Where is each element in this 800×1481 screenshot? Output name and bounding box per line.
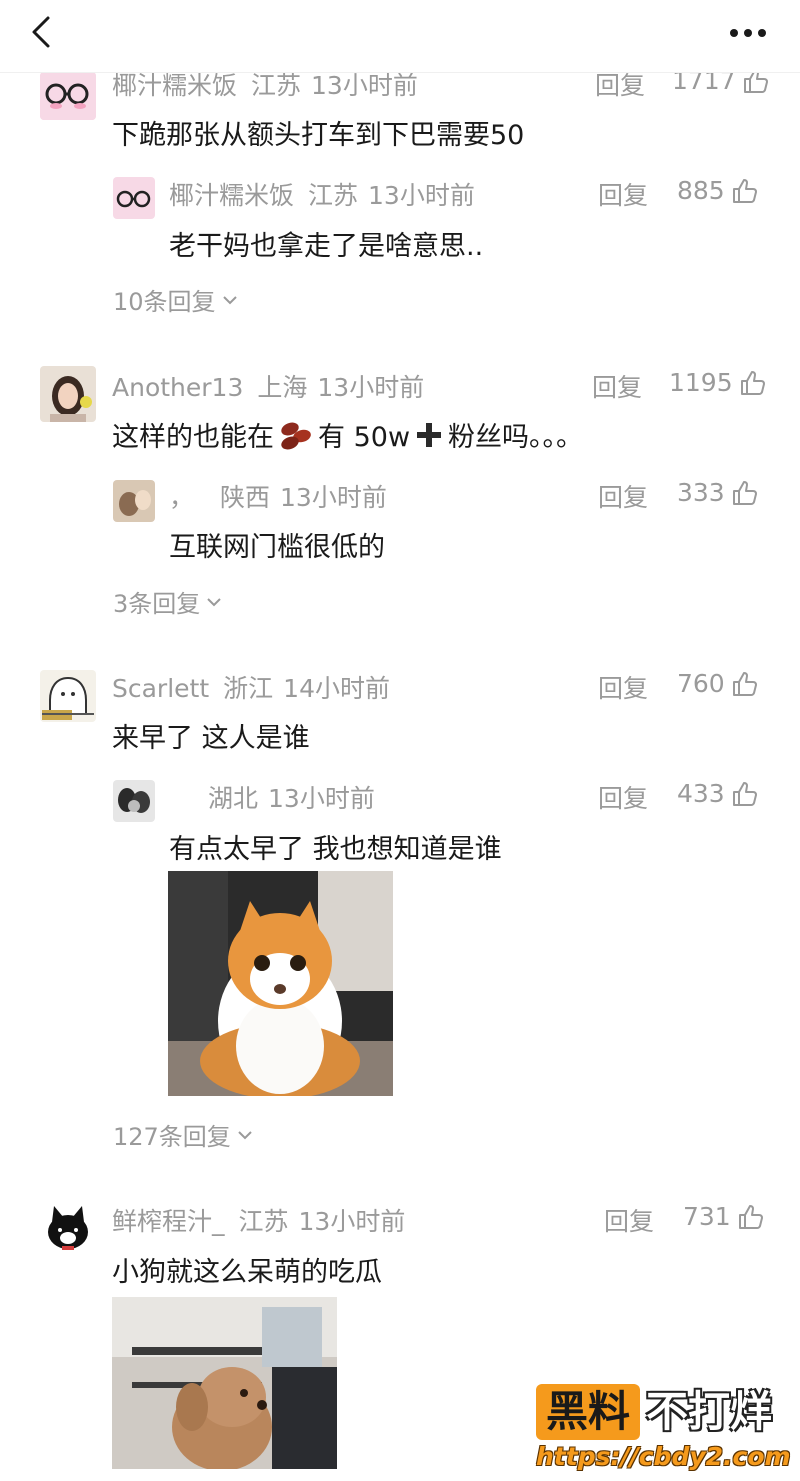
- expand-replies-button[interactable]: 10条回复: [113, 282, 238, 317]
- avatar[interactable]: [40, 1200, 96, 1256]
- avatar[interactable]: [40, 72, 96, 120]
- reply-text: 有点太早了 我也想知道是谁: [169, 834, 502, 865]
- expand-replies-label: 10条回复: [113, 288, 216, 316]
- watermark: 黑料 不打烊 https://cbdy2.com: [536, 1380, 794, 1475]
- chevron-down-icon: [238, 1130, 252, 1139]
- like-count: 333: [677, 478, 725, 507]
- watermark-url: https://cbdy2.com: [536, 1442, 791, 1471]
- like-count: 760: [677, 669, 725, 698]
- like-button[interactable]: 433: [677, 779, 759, 808]
- like-count: 731: [683, 1202, 731, 1231]
- comment-list: 椰汁糯米饭 江苏 13小时前 回复 1717 下跪那张从额头打车到下巴需要50 椰汁…: [0, 0, 800, 1481]
- location: 湖北: [208, 784, 259, 813]
- avatar[interactable]: [40, 670, 96, 722]
- reply-text: 互联网门槛很低的: [169, 532, 385, 563]
- thumbs-up-icon: [738, 1204, 763, 1229]
- expand-replies-label: 3条回复: [113, 590, 201, 618]
- reply-button[interactable]: 回复: [598, 779, 648, 815]
- username[interactable]: 鲜榨程汁_: [112, 1207, 225, 1236]
- dog-photo-image[interactable]: [112, 1297, 337, 1469]
- timestamp: 13小时前: [311, 71, 418, 100]
- timestamp: 14小时前: [283, 674, 390, 703]
- reply-button[interactable]: 回复: [598, 669, 648, 705]
- like-count: 885: [677, 176, 725, 205]
- thumbs-up-icon: [732, 781, 757, 806]
- timestamp: 13小时前: [317, 373, 425, 402]
- expand-replies-button[interactable]: 127条回复: [113, 1117, 253, 1152]
- comment-text-part: 有 50w: [318, 422, 411, 453]
- location: 江苏: [251, 71, 302, 100]
- comment-meta: 鲜榨程汁_ 江苏 13小时前: [112, 1202, 405, 1238]
- like-button[interactable]: 731: [683, 1202, 765, 1231]
- comment-text: 下跪那张从额头打车到下巴需要50: [112, 120, 525, 151]
- reply-meta: 湖北 13小时前: [208, 779, 375, 815]
- like-button[interactable]: 333: [677, 478, 759, 507]
- comment-text: 来早了 这人是谁: [112, 723, 310, 754]
- reply-button[interactable]: 回复: [592, 368, 642, 404]
- top-navigation-bar: [0, 0, 800, 73]
- plus-icon: [417, 422, 442, 447]
- like-count: 433: [677, 779, 725, 808]
- timestamp: 13小时前: [368, 181, 475, 210]
- like-count: 1195: [669, 368, 733, 397]
- comment-text-part: 这样的也能在: [112, 422, 274, 453]
- reply-text: 老干妈也拿走了是啥意思..: [169, 231, 484, 262]
- location: 上海: [257, 373, 308, 402]
- like-button[interactable]: 1195: [669, 368, 767, 397]
- reply-button[interactable]: 回复: [598, 176, 648, 212]
- expand-replies-button[interactable]: 3条回复: [113, 584, 222, 619]
- timestamp: 13小时前: [298, 1207, 406, 1236]
- comment-meta: Scarlett 浙江 14小时前: [112, 669, 390, 705]
- comment-text: 这样的也能在 有 50w 粉丝吗。。。: [112, 415, 583, 454]
- expand-replies-label: 127条回复: [113, 1123, 231, 1151]
- reply-button[interactable]: 回复: [598, 478, 648, 514]
- timestamp: 13小时前: [280, 483, 387, 512]
- like-button[interactable]: 885: [677, 176, 759, 205]
- username[interactable]: 椰汁糯米饭: [169, 181, 294, 210]
- thumbs-up-icon: [732, 480, 757, 505]
- location: 陕西: [220, 483, 271, 512]
- chevron-down-icon: [207, 597, 221, 606]
- comment-meta: Another13 上海 13小时前: [112, 368, 424, 404]
- thumbs-up-icon: [740, 370, 765, 395]
- thumbs-up-icon: [732, 178, 757, 203]
- cat-sticker-image[interactable]: [168, 871, 393, 1096]
- more-dots-icon: [730, 29, 766, 37]
- reply-button[interactable]: 回复: [604, 1202, 654, 1238]
- username[interactable]: Another13: [112, 373, 243, 402]
- thumbs-up-icon: [732, 671, 757, 696]
- avatar[interactable]: [113, 480, 155, 522]
- watermark-badge: 黑料: [536, 1384, 640, 1440]
- username[interactable]: Scarlett: [112, 674, 209, 703]
- comment-text-part: 粉丝吗。。。: [448, 422, 584, 453]
- location: 浙江: [223, 674, 274, 703]
- username[interactable]: 椰汁糯米饭: [112, 71, 237, 100]
- avatar[interactable]: [113, 780, 155, 822]
- comment-text: 小狗就这么呆萌的吃瓜: [112, 1257, 382, 1288]
- watermark-slogan: 不打烊: [646, 1387, 773, 1436]
- back-button[interactable]: [24, 14, 64, 54]
- reply-meta: 椰汁糯米饭 江苏 13小时前: [169, 176, 475, 212]
- red-bean-icon: [281, 422, 311, 449]
- username[interactable]: ，: [169, 483, 194, 512]
- avatar[interactable]: [40, 366, 96, 422]
- chevron-left-icon: [32, 16, 50, 48]
- avatar[interactable]: [113, 177, 155, 219]
- like-button[interactable]: 760: [677, 669, 759, 698]
- timestamp: 13小时前: [268, 784, 375, 813]
- more-options-button[interactable]: [724, 14, 774, 54]
- location: 江苏: [238, 1207, 289, 1236]
- chevron-down-icon: [222, 295, 237, 304]
- reply-meta: ， 陕西 13小时前: [169, 478, 387, 514]
- location: 江苏: [308, 181, 359, 210]
